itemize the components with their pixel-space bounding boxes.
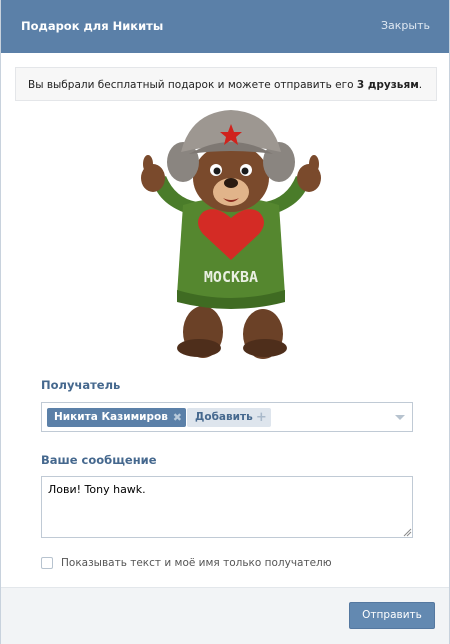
sweater-text: МОСКВА [204,268,258,286]
message-label: Ваше сообщение [41,453,157,467]
recipient-label: Получатель [41,378,121,392]
info-text-end: . [418,79,423,91]
remove-recipient-icon[interactable]: ✖ [173,408,182,427]
gift-bear-image[interactable]: МОСКВА [131,110,331,360]
dialog-header: Подарок для Никиты Закрыть [1,0,449,53]
add-recipient-button[interactable]: Добавить + [187,408,271,427]
privacy-checkbox[interactable] [41,557,53,569]
info-friends-count: 3 друзьям [356,79,419,91]
gift-dialog: Подарок для Никиты Закрыть Вы выбрали бе… [0,0,450,644]
close-link[interactable]: Закрыть [381,19,430,32]
gift-info-box: Вы выбрали бесплатный подарок и можете о… [15,67,437,101]
recipient-field[interactable]: Никита Казимиров ✖ Добавить + [41,402,413,432]
add-recipient-label: Добавить [195,411,253,423]
chevron-down-icon[interactable] [395,415,405,420]
send-button[interactable]: Отправить [349,602,435,629]
info-text: Вы выбрали бесплатный подарок и можете о… [28,79,357,91]
recipient-token-name: Никита Казимиров [54,411,168,423]
privacy-checkbox-label[interactable]: Показывать текст и моё имя только получа… [61,557,332,569]
message-input[interactable] [41,476,413,538]
plus-icon: + [255,410,267,425]
dialog-footer: Отправить [1,587,449,644]
dialog-title: Подарок для Никиты [21,19,164,33]
recipient-token: Никита Казимиров ✖ [47,408,186,427]
